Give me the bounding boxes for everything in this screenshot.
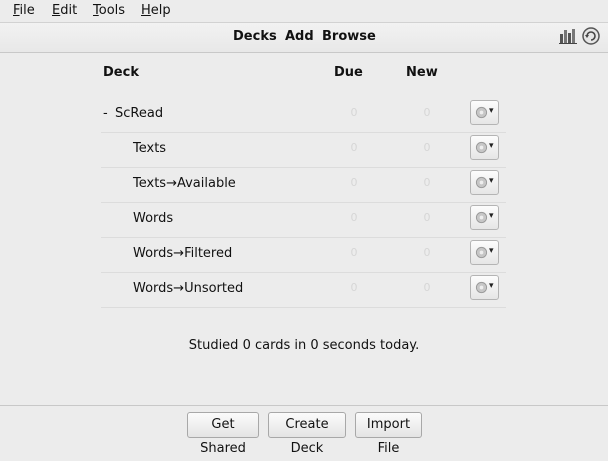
new-count: 0: [423, 281, 431, 294]
menu-help-mnemonic: H: [141, 3, 151, 18]
chevron-down-icon: ▾: [489, 141, 494, 151]
import-file-button[interactable]: Import File: [355, 412, 422, 456]
new-count: 0: [423, 141, 431, 154]
add-link[interactable]: Add: [285, 29, 314, 44]
menu-edit-mnemonic: E: [52, 3, 61, 18]
deck-name[interactable]: Texts→Available: [133, 176, 236, 191]
due-count: 0: [350, 281, 358, 294]
bar-chart-icon[interactable]: [559, 28, 577, 48]
deck-name[interactable]: ScRead: [115, 106, 163, 121]
decks-link[interactable]: Decks: [233, 29, 277, 44]
collapse-toggle[interactable]: -: [103, 106, 108, 121]
deck-name[interactable]: Words: [133, 211, 173, 226]
due-count: 0: [350, 106, 358, 119]
deck-name[interactable]: Words→Unsorted: [133, 281, 243, 296]
deck-row: Words→Filtered 0 0 ▾: [101, 237, 506, 273]
deck-options-button[interactable]: ▾: [470, 205, 499, 230]
top-toolbar: Decks Add Browse: [0, 23, 608, 53]
gear-icon: [475, 246, 488, 259]
deck-browser: Deck Due New - ScRead 0 0 ▾ Texts 0 0 ▾ …: [0, 53, 608, 405]
bottom-bar: Get Shared Create Deck Import File: [0, 405, 608, 456]
deck-row: Words 0 0 ▾: [101, 202, 506, 238]
chevron-down-icon: ▾: [489, 211, 494, 221]
study-summary: Studied 0 cards in 0 seconds today.: [188, 338, 420, 353]
column-header-new: New: [406, 65, 438, 80]
new-count: 0: [423, 211, 431, 224]
column-header-deck: Deck: [103, 65, 139, 80]
menu-file-label: ile: [19, 3, 35, 18]
menu-edit-label: dit: [60, 3, 78, 18]
due-count: 0: [350, 246, 358, 259]
deck-row: Texts 0 0 ▾: [101, 132, 506, 168]
menu-help[interactable]: Help: [141, 3, 171, 18]
gear-icon: [475, 176, 488, 189]
due-count: 0: [350, 141, 358, 154]
create-deck-button[interactable]: Create Deck: [268, 412, 346, 456]
gear-icon: [475, 281, 488, 294]
deck-options-button[interactable]: ▾: [470, 275, 499, 300]
deck-name[interactable]: Texts: [133, 141, 166, 156]
menu-tools-label: ools: [98, 3, 126, 18]
menu-help-label: elp: [150, 3, 171, 18]
menu-edit[interactable]: Edit: [52, 3, 77, 18]
get-shared-button[interactable]: Get Shared: [187, 412, 259, 456]
new-count: 0: [423, 246, 431, 259]
menu-bar: File Edit Tools Help: [0, 0, 608, 23]
new-count: 0: [423, 176, 431, 189]
column-header-due: Due: [334, 65, 363, 80]
deck-options-button[interactable]: ▾: [470, 170, 499, 195]
deck-row: Words→Unsorted 0 0 ▾: [101, 272, 506, 308]
chevron-down-icon: ▾: [489, 281, 494, 291]
deck-options-button[interactable]: ▾: [470, 135, 499, 160]
deck-row: - ScRead 0 0 ▾: [101, 97, 506, 133]
gear-icon: [475, 141, 488, 154]
gear-icon: [475, 211, 488, 224]
sync-icon[interactable]: [582, 27, 600, 49]
chevron-down-icon: ▾: [489, 246, 494, 256]
due-count: 0: [350, 176, 358, 189]
deck-options-button[interactable]: ▾: [470, 240, 499, 265]
deck-options-button[interactable]: ▾: [470, 100, 499, 125]
browse-link[interactable]: Browse: [322, 29, 376, 44]
menu-file[interactable]: File: [13, 3, 35, 18]
chevron-down-icon: ▾: [489, 176, 494, 186]
menu-tools[interactable]: Tools: [93, 3, 125, 18]
chevron-down-icon: ▾: [489, 106, 494, 116]
due-count: 0: [350, 211, 358, 224]
deck-row: Texts→Available 0 0 ▾: [101, 167, 506, 203]
deck-name[interactable]: Words→Filtered: [133, 246, 232, 261]
new-count: 0: [423, 106, 431, 119]
gear-icon: [475, 106, 488, 119]
